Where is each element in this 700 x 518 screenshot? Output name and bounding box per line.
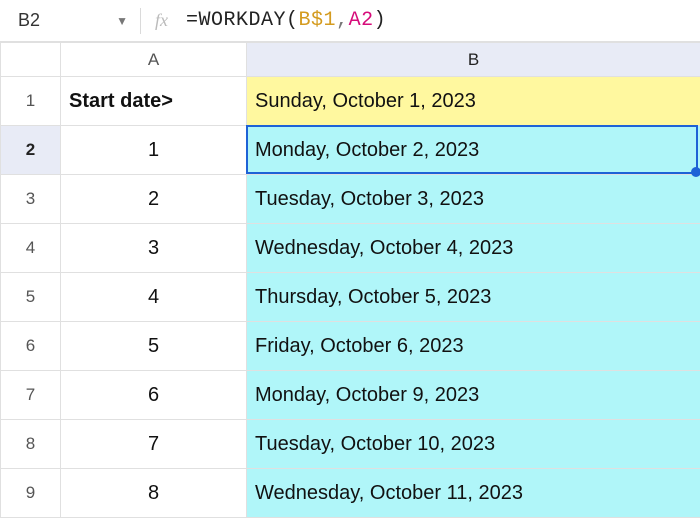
row-header[interactable]: 2 [1,126,61,175]
table-row: 21Monday, October 2, 2023 [1,126,700,175]
fx-icon[interactable]: fx [155,10,168,31]
cell-A6[interactable]: 5 [61,322,247,371]
cell-A1[interactable]: Start date> [61,77,247,126]
cell-A3[interactable]: 2 [61,175,247,224]
column-header-A[interactable]: A [61,43,247,77]
cell-B7[interactable]: Monday, October 9, 2023 [247,371,700,420]
formula-comma: , [336,9,349,32]
cell-A5[interactable]: 4 [61,273,247,322]
divider [140,8,141,34]
cell-B3[interactable]: Tuesday, October 3, 2023 [247,175,700,224]
formula-arg1: B$1 [299,9,337,32]
table-row: 54Thursday, October 5, 2023 [1,273,700,322]
table-row: 65Friday, October 6, 2023 [1,322,700,371]
cell-A2[interactable]: 1 [61,126,247,175]
table-row: 1Start date>Sunday, October 1, 2023 [1,77,700,126]
table-row: 43Wednesday, October 4, 2023 [1,224,700,273]
paren-close: ) [374,9,387,32]
row-header[interactable]: 4 [1,224,61,273]
row-header[interactable]: 8 [1,420,61,469]
formula-fn: WORKDAY [199,9,287,32]
row-header[interactable]: 7 [1,371,61,420]
spreadsheet-grid: A B 1Start date>Sunday, October 1, 20232… [0,42,700,518]
name-box-dropdown-icon[interactable]: ▼ [116,14,128,28]
row-header[interactable]: 6 [1,322,61,371]
cell-B6[interactable]: Friday, October 6, 2023 [247,322,700,371]
table-row: 98Wednesday, October 11, 2023 [1,469,700,518]
cell-B2[interactable]: Monday, October 2, 2023 [247,126,700,175]
cell-B9[interactable]: Wednesday, October 11, 2023 [247,469,700,518]
formula-prefix: = [186,9,199,32]
row-header[interactable]: 3 [1,175,61,224]
table-row: 76Monday, October 9, 2023 [1,371,700,420]
row-header[interactable]: 9 [1,469,61,518]
cell-A8[interactable]: 7 [61,420,247,469]
cell-B5[interactable]: Thursday, October 5, 2023 [247,273,700,322]
formula-bar: B2 ▼ fx =WORKDAY(B$1,A2) [0,0,700,42]
grid-table: A B 1Start date>Sunday, October 1, 20232… [0,42,700,518]
formula-arg2: A2 [349,9,374,32]
cell-B1[interactable]: Sunday, October 1, 2023 [247,77,700,126]
formula-input[interactable]: =WORKDAY(B$1,A2) [186,9,386,32]
cell-reference: B2 [18,10,40,31]
select-all-corner[interactable] [1,43,61,77]
cell-A7[interactable]: 6 [61,371,247,420]
cell-A4[interactable]: 3 [61,224,247,273]
cell-B8[interactable]: Tuesday, October 10, 2023 [247,420,700,469]
row-header[interactable]: 5 [1,273,61,322]
table-row: 87Tuesday, October 10, 2023 [1,420,700,469]
cell-A9[interactable]: 8 [61,469,247,518]
name-box[interactable]: B2 ▼ [10,10,140,31]
table-row: 32Tuesday, October 3, 2023 [1,175,700,224]
row-header[interactable]: 1 [1,77,61,126]
column-header-B[interactable]: B [247,43,700,77]
paren-open: ( [286,9,299,32]
cell-B4[interactable]: Wednesday, October 4, 2023 [247,224,700,273]
column-header-row: A B [1,43,700,77]
